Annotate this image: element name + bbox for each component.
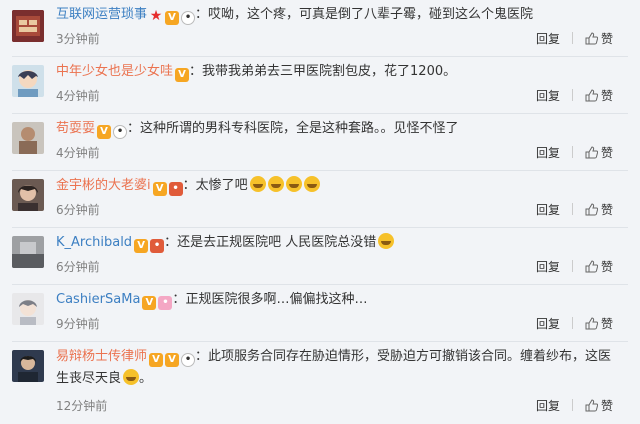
avatar[interactable] [12,236,44,268]
username-link[interactable]: 金宇彬的大老婆i [56,178,151,193]
comment-item: K_Archibald V • ：还是去正规医院吧 人民医院总没错 6分钟前 回复 赞 [0,228,640,285]
colon: ： [195,349,209,364]
avatar[interactable] [12,293,44,325]
comment-item: 金宇彬的大老婆i V • ：太惨了吧 6分钟前 回复 赞 [0,171,640,228]
thumbs-up-icon [585,399,598,412]
pink-badge-icon[interactable]: • [158,296,173,310]
reply-button[interactable]: 回复 [536,315,560,332]
username-link[interactable]: CashierSaMa [56,292,140,307]
colon: ： [182,178,196,193]
comment-item: 中年少女也是少女哇 V ：我带我弟弟去三甲医院割包皮，花了1200。 4分钟前 回复… [0,57,640,114]
like-button[interactable]: 赞 [585,397,613,414]
comment-text: 这种所谓的男科专科医院，全是这种套路。。见怪不怪了 [140,121,459,136]
reply-button[interactable]: 回复 [536,30,560,47]
v-icon[interactable]: V [149,353,164,367]
timestamp: 6分钟前 [56,203,100,217]
timestamp: 12分钟前 [56,399,108,413]
crying-emoji-icon [303,176,320,192]
vip-icon[interactable]: V [175,68,190,82]
panda-icon[interactable]: • [113,125,128,139]
timestamp: 9分钟前 [56,317,100,331]
divider [572,260,573,272]
username-link[interactable]: 苟耍耍 [56,121,95,136]
comment-item: 易辩杨士传律师 V V • ：此项服务合同存在胁迫情形，受胁迫方可撤销该合同。缠着纱布，… [0,342,640,424]
panda-icon[interactable]: • [181,11,196,25]
like-label: 赞 [601,203,614,217]
like-label: 赞 [601,89,614,103]
colon: ： [172,292,186,307]
crying-emoji-icon [285,176,302,192]
comment-list: 互联网运营琐事 ★ V • ：哎呦，这个疼，可真是倒了八辈子霉，碰到这么个鬼医院 3分钟… [0,0,640,424]
colon: ： [189,64,203,79]
reply-button[interactable]: 回复 [536,258,560,275]
reply-button[interactable]: 回复 [536,201,560,218]
divider [572,146,573,158]
colon: ： [195,7,209,22]
comment-item: 苟耍耍 V • ：这种所谓的男科专科医院，全是这种套路。。见怪不怪了 4分钟前 回复 … [0,114,640,171]
avatar[interactable] [12,122,44,154]
username-link[interactable]: 易辩杨士传律师 [56,349,147,364]
divider [572,32,573,44]
username-link[interactable]: K_Archibald [56,235,132,250]
panda-icon[interactable]: • [181,353,196,367]
reply-button[interactable]: 回复 [536,397,560,414]
avatar[interactable] [12,10,44,42]
vip-icon[interactable]: V [142,296,157,310]
star-icon: ★ [149,8,163,24]
comment-text-end: 。 [139,371,153,386]
like-label: 赞 [601,260,614,274]
crying-emoji-icon [267,176,284,192]
comment-item: 互联网运营琐事 ★ V • ：哎呦，这个疼，可真是倒了八辈子霉，碰到这么个鬼医院 3分钟… [0,0,640,57]
like-label: 赞 [601,317,614,331]
timestamp: 4分钟前 [56,146,100,160]
thumbs-up-icon [585,260,598,273]
divider [572,317,573,329]
like-button[interactable]: 赞 [585,315,613,332]
thumbs-up-icon [585,317,598,330]
avatar[interactable] [12,350,44,382]
like-label: 赞 [601,146,614,160]
avatar[interactable] [12,65,44,97]
divider [572,89,573,101]
divider [572,203,573,215]
like-label: 赞 [601,32,614,46]
thumbs-up-icon [585,203,598,216]
thumbs-up-icon [585,89,598,102]
like-button[interactable]: 赞 [585,87,613,104]
comment-text: 还是去正规医院吧 人民医院总没错 [177,235,377,250]
colon: ： [164,235,178,250]
red-badge-icon[interactable]: • [168,182,183,196]
vip-icon[interactable]: V [134,239,149,253]
timestamp: 3分钟前 [56,32,100,46]
crying-emoji-icon [249,176,266,192]
comment-text: 哎呦，这个疼，可真是倒了八辈子霉，碰到这么个鬼医院 [208,7,534,22]
thumbs-up-icon [585,32,598,45]
username-link[interactable]: 互联网运营琐事 [56,7,147,22]
vip-icon[interactable]: V [97,125,112,139]
like-button[interactable]: 赞 [585,201,613,218]
username-link[interactable]: 中年少女也是少女哇 [56,64,173,79]
like-button[interactable]: 赞 [585,30,613,47]
avatar[interactable] [12,179,44,211]
thumbs-up-icon [585,146,598,159]
red-badge-icon[interactable]: • [150,239,165,253]
reply-button[interactable]: 回复 [536,87,560,104]
vip-icon[interactable]: V [165,353,180,367]
doge-emoji-icon [378,233,395,249]
divider [572,399,573,411]
timestamp: 4分钟前 [56,89,100,103]
vip-icon[interactable]: V [152,182,167,196]
reply-button[interactable]: 回复 [536,144,560,161]
comment-text: 太惨了吧 [195,178,248,193]
comment-text: 正规医院很多啊…偏偏找这种… [185,292,368,307]
colon: ： [127,121,141,136]
timestamp: 6分钟前 [56,260,100,274]
like-button[interactable]: 赞 [585,144,613,161]
laughing-emoji-icon [123,369,140,385]
like-label: 赞 [601,399,614,413]
comment-text: 我带我弟弟去三甲医院割包皮，花了1200。 [202,64,457,79]
comment-item: CashierSaMa V • ：正规医院很多啊…偏偏找这种… 9分钟前 回复 赞 [0,285,640,342]
like-button[interactable]: 赞 [585,258,613,275]
vip-icon[interactable]: V [165,11,180,25]
